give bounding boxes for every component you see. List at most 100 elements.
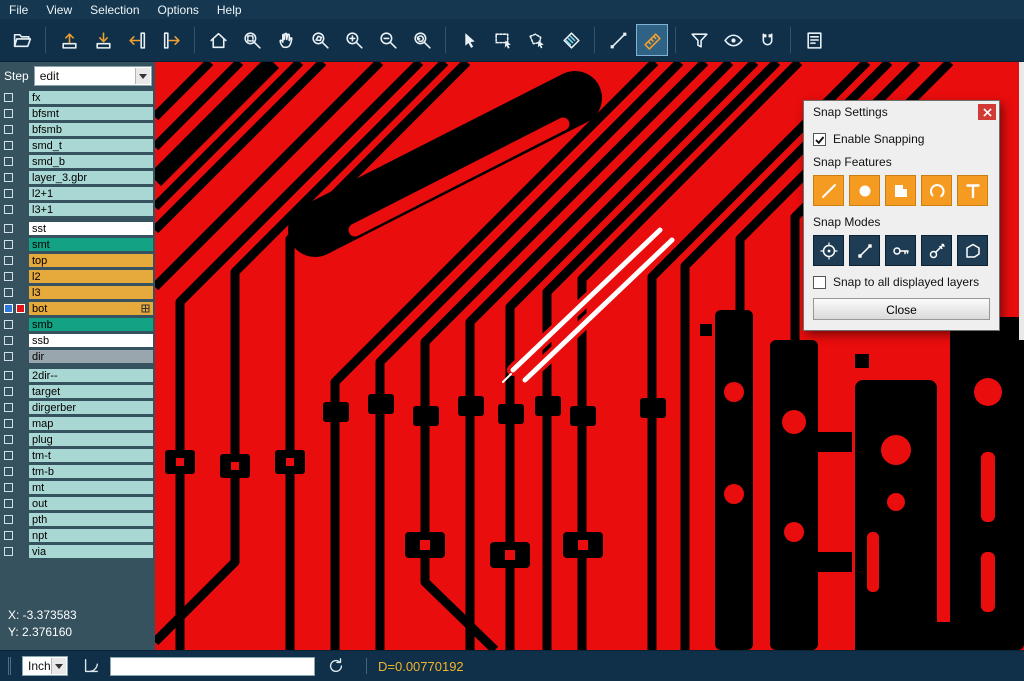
view-eye-button[interactable]: [717, 24, 749, 56]
zoom-area-button[interactable]: [304, 24, 336, 56]
layer-visibility-checkbox[interactable]: [4, 451, 13, 460]
units-select[interactable]: Inch: [22, 656, 68, 676]
layer-visibility-checkbox[interactable]: [4, 320, 13, 329]
pointer-select-button[interactable]: [453, 24, 485, 56]
layer-label-bar[interactable]: pth: [29, 513, 153, 526]
snap-pad-button[interactable]: [849, 175, 880, 206]
import-down-button[interactable]: [87, 24, 119, 56]
ruler-measure-button[interactable]: [636, 24, 668, 56]
layer-row-tm-b[interactable]: tm-b: [0, 464, 155, 479]
layer-visibility-checkbox[interactable]: [4, 109, 13, 118]
home-button[interactable]: [202, 24, 234, 56]
layer-visibility-checkbox[interactable]: [4, 304, 13, 313]
layer-label-bar[interactable]: smd_b: [29, 155, 153, 168]
layer-row-npt[interactable]: npt: [0, 528, 155, 543]
import-left-button[interactable]: [121, 24, 153, 56]
layer-visibility-checkbox[interactable]: [4, 141, 13, 150]
menu-help[interactable]: Help: [208, 2, 251, 18]
layer-visibility-checkbox[interactable]: [4, 352, 13, 361]
layer-label-bar[interactable]: bfsmt: [29, 107, 153, 120]
snap-line-button[interactable]: [813, 175, 844, 206]
layer-visibility-checkbox[interactable]: [4, 467, 13, 476]
layer-row-smt[interactable]: smt: [0, 237, 155, 252]
zoom-out-button[interactable]: [372, 24, 404, 56]
layer-row-pth[interactable]: pth: [0, 512, 155, 527]
layer-visibility-checkbox[interactable]: [4, 435, 13, 444]
refresh-icon[interactable]: [327, 657, 345, 675]
layer-label-bar[interactable]: bot: [29, 302, 153, 315]
layer-visibility-checkbox[interactable]: [4, 189, 13, 198]
layer-label-bar[interactable]: dir: [29, 350, 153, 363]
gerber-canvas[interactable]: Snap Settings Enable Snapping Snap Featu…: [155, 62, 1024, 650]
snap-arc-button[interactable]: [921, 175, 952, 206]
layer-visibility-checkbox[interactable]: [4, 240, 13, 249]
all-layers-checkbox[interactable]: [813, 276, 826, 289]
layer-label-bar[interactable]: npt: [29, 529, 153, 542]
layer-row-mt[interactable]: mt: [0, 480, 155, 495]
layer-label-bar[interactable]: smb: [29, 318, 153, 331]
layer-label-bar[interactable]: l3+1: [29, 203, 153, 216]
layer-label-bar[interactable]: smt: [29, 238, 153, 251]
layer-label-bar[interactable]: target: [29, 385, 153, 398]
layer-visibility-checkbox[interactable]: [4, 336, 13, 345]
layer-label-bar[interactable]: dirgerber: [29, 401, 153, 414]
layer-label-bar[interactable]: smd_t: [29, 139, 153, 152]
close-button[interactable]: Close: [813, 298, 990, 320]
dialog-titlebar[interactable]: Snap Settings: [804, 101, 999, 123]
filter-funnel-button[interactable]: [683, 24, 715, 56]
layer-visibility-checkbox[interactable]: [4, 173, 13, 182]
command-input[interactable]: [110, 657, 315, 676]
step-select-arrow-button[interactable]: [135, 68, 150, 84]
import-up-button[interactable]: [53, 24, 85, 56]
vertical-scrollbar[interactable]: [1019, 62, 1024, 340]
layer-label-bar[interactable]: layer_3.gbr: [29, 171, 153, 184]
layer-label-bar[interactable]: bfsmb: [29, 123, 153, 136]
layer-row-top[interactable]: top: [0, 253, 155, 268]
layer-row-ssb[interactable]: ssb: [0, 333, 155, 348]
layer-visibility-checkbox[interactable]: [4, 547, 13, 556]
layer-row-l3[interactable]: l3: [0, 285, 155, 300]
all-layers-row[interactable]: Snap to all displayed layers: [813, 275, 990, 289]
layer-label-bar[interactable]: via: [29, 545, 153, 558]
menu-view[interactable]: View: [37, 2, 81, 18]
layer-row-bfsmt[interactable]: bfsmt: [0, 106, 155, 121]
layer-label-bar[interactable]: l2: [29, 270, 153, 283]
mode-contour-button[interactable]: [957, 235, 988, 266]
layer-label-bar[interactable]: mt: [29, 481, 153, 494]
line-measure-button[interactable]: [602, 24, 634, 56]
layer-row-smd_t[interactable]: smd_t: [0, 138, 155, 153]
enable-snapping-checkbox[interactable]: [813, 133, 826, 146]
layer-visibility-checkbox[interactable]: [4, 387, 13, 396]
layer-row-sst[interactable]: sst: [0, 221, 155, 236]
zoom-fit-button[interactable]: [236, 24, 268, 56]
mode-nearest-button[interactable]: [849, 235, 880, 266]
layer-row-l2[interactable]: l2: [0, 269, 155, 284]
snap-text-button[interactable]: [957, 175, 988, 206]
layer-visibility-checkbox[interactable]: [4, 224, 13, 233]
poly-select-button[interactable]: [521, 24, 553, 56]
layer-row-smd_b[interactable]: smd_b: [0, 154, 155, 169]
report-list-button[interactable]: [798, 24, 830, 56]
layer-row-target[interactable]: target: [0, 384, 155, 399]
mode-key-h-button[interactable]: [885, 235, 916, 266]
layer-label-bar[interactable]: map: [29, 417, 153, 430]
layer-visibility-checkbox[interactable]: [4, 531, 13, 540]
layer-row-smb[interactable]: smb: [0, 317, 155, 332]
layer-visibility-checkbox[interactable]: [4, 483, 13, 492]
layer-visibility-checkbox[interactable]: [4, 371, 13, 380]
menu-file[interactable]: File: [0, 2, 37, 18]
layer-label-bar[interactable]: l3: [29, 286, 153, 299]
mode-key-v-button[interactable]: [921, 235, 952, 266]
layer-label-bar[interactable]: out: [29, 497, 153, 510]
layer-row-plug[interactable]: plug: [0, 432, 155, 447]
layer-row-layer_3.gbr[interactable]: layer_3.gbr: [0, 170, 155, 185]
zoom-previous-button[interactable]: [406, 24, 438, 56]
open-folder-button[interactable]: [6, 24, 38, 56]
layer-visibility-checkbox[interactable]: [4, 515, 13, 524]
layer-row-l2+1[interactable]: l2+1: [0, 186, 155, 201]
layer-visibility-checkbox[interactable]: [4, 93, 13, 102]
snap-magnet-button[interactable]: [751, 24, 783, 56]
layer-visibility-checkbox[interactable]: [4, 499, 13, 508]
layer-row-2dir--[interactable]: 2dir--: [0, 368, 155, 383]
layer-row-l3+1[interactable]: l3+1: [0, 202, 155, 217]
